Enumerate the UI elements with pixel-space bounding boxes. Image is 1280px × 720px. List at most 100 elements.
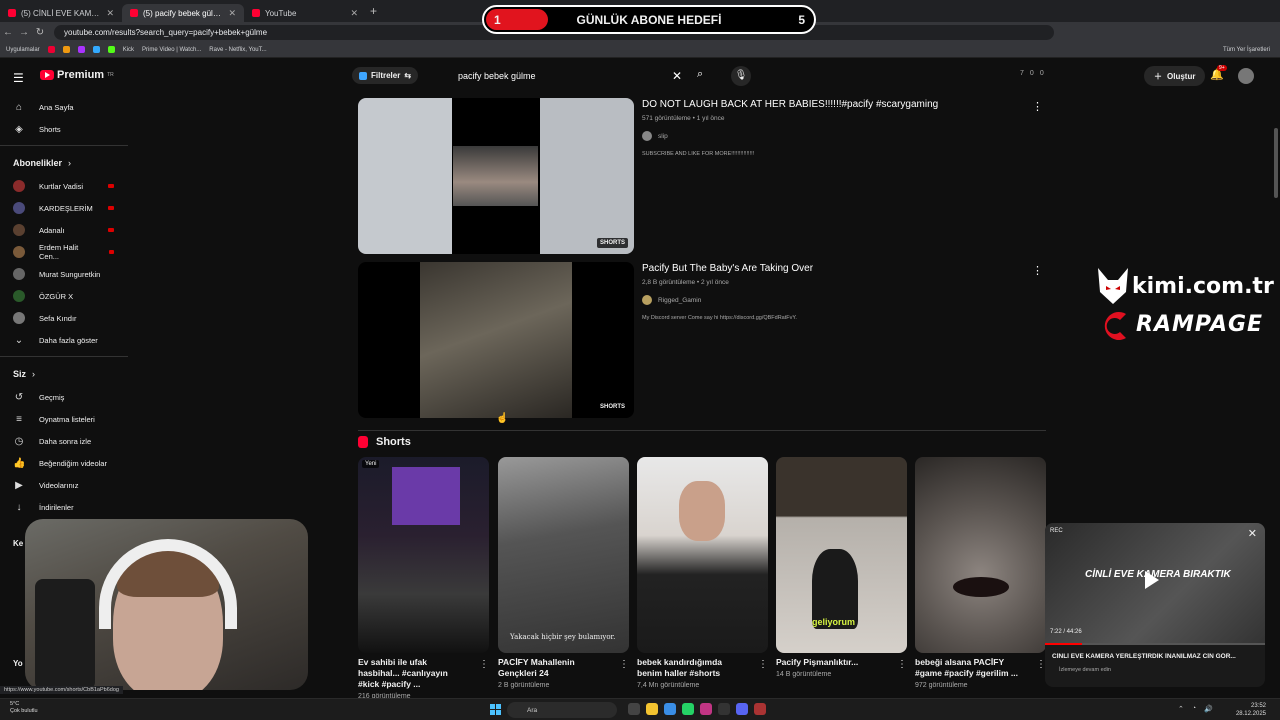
video-result[interactable]: SHORTS DO NOT LAUGH BACK AT HER BABIES!!…	[358, 98, 1048, 254]
short-thumbnail[interactable]: geliyorum	[776, 457, 907, 653]
page-scrollbar[interactable]	[1274, 128, 1278, 198]
miniplayer-video[interactable]: REC CİNLİ EVE KAMERA BIRAKTIK 7:22 / 44:…	[1045, 523, 1265, 643]
short-card[interactable]: bebeği alsana PACİFY #game #pacify #geri…	[915, 457, 1046, 689]
task-view-icon[interactable]	[628, 703, 640, 715]
bookmark-kick[interactable]: Kick	[123, 47, 134, 53]
weather-widget[interactable]: 5°C Çok bulutlu	[10, 701, 38, 715]
video-result[interactable]: SHORTS Pacify But The Baby's Are Taking …	[358, 262, 1048, 418]
new-tab-button[interactable]: +	[370, 4, 377, 18]
short-title[interactable]: bebeği alsana PACİFY #game #pacify #geri…	[915, 657, 1027, 679]
file-explorer-icon[interactable]	[646, 703, 658, 715]
close-tab-icon[interactable]: ✕	[350, 8, 358, 19]
reload-icon[interactable]: ↻	[32, 27, 48, 38]
sidebar-sub-0[interactable]: Kurtlar Vadisi	[0, 175, 128, 197]
short-card[interactable]: Yakacak hiçbir şey bulamıyor. PACİFY Mah…	[498, 457, 629, 689]
bookmark-icon[interactable]	[47, 46, 55, 53]
bookmark-rave[interactable]: Rave - Netflix, YouT...	[209, 47, 266, 53]
short-thumbnail[interactable]	[637, 457, 768, 653]
video-thumbnail[interactable]: SHORTS	[358, 98, 634, 254]
instagram-icon[interactable]	[700, 703, 712, 715]
sidebar-item-home[interactable]: ⌂ Ana Sayfa	[0, 96, 128, 118]
short-title[interactable]: PACİFY Mahallenin Gençkleri 24	[498, 657, 610, 679]
windows-start-icon[interactable]	[490, 704, 501, 715]
short-title[interactable]: Pacify Pişmanlıktır...	[776, 657, 888, 668]
short-thumbnail[interactable]: Yeni	[358, 457, 489, 653]
more-options-icon[interactable]: ⋮	[479, 659, 489, 670]
bookmark-prime[interactable]: Prime Video | Watch...	[142, 47, 201, 53]
close-tab-icon[interactable]: ✕	[106, 8, 114, 19]
sidebar-item-history[interactable]: ↺ Geçmiş	[0, 386, 128, 408]
sidebar-item-downloads[interactable]: ↓ İndirilenler	[0, 496, 128, 518]
close-tab-icon[interactable]: ✕	[228, 8, 236, 19]
sidebar-item-shorts[interactable]: ◈ Shorts	[0, 118, 128, 140]
sidebar-sub-3[interactable]: Erdem Halit Cen...	[0, 241, 128, 263]
microphone-icon[interactable]: 🎙	[731, 66, 751, 86]
short-card[interactable]: geliyorum Pacify Pişmanlıktır... 14 B gö…	[776, 457, 907, 678]
rec-label: REC	[1050, 528, 1063, 534]
network-icon[interactable]: ◔	[1192, 705, 1196, 713]
short-card[interactable]: bebek kandırdığımda benim haller #shorts…	[637, 457, 768, 689]
taskbar-search[interactable]: Ara	[507, 702, 617, 718]
browser-tab-0[interactable]: (5) CİNLİ EVE KAMERA YERLEŞTİ... ✕	[0, 4, 122, 22]
play-icon[interactable]	[1145, 571, 1159, 589]
youtube-logo[interactable]: Premium TR	[40, 69, 114, 81]
more-options-icon[interactable]: ⋮	[1032, 264, 1043, 277]
search-input[interactable]	[458, 71, 658, 81]
bookmark-icon[interactable]	[77, 46, 85, 53]
chrome-icon[interactable]	[664, 703, 676, 715]
sidebar-sub-4[interactable]: Murat Sunguretkin	[0, 263, 128, 285]
sidebar-item-your-videos[interactable]: ▶ Videolarınız	[0, 474, 128, 496]
video-thumbnail[interactable]: SHORTS	[358, 262, 634, 418]
app-icon[interactable]	[718, 703, 730, 715]
back-icon[interactable]: ←	[0, 27, 16, 38]
channel-row[interactable]: slip	[642, 131, 1022, 141]
avatar[interactable]	[1238, 68, 1254, 84]
short-title[interactable]: Ev sahibi ile ufak hasbihal... #canlıyay…	[358, 657, 470, 690]
sidebar-item-playlists[interactable]: ≡ Oynatma listeleri	[0, 408, 128, 430]
short-thumbnail[interactable]: Yakacak hiçbir şey bulamıyor.	[498, 457, 629, 653]
forward-icon[interactable]: →	[16, 27, 32, 38]
search-icon[interactable]: ⌕	[697, 68, 703, 81]
bookmark-icon[interactable]	[92, 46, 100, 53]
chevron-up-icon[interactable]: ⌃	[1178, 705, 1184, 713]
subscriptions-heading[interactable]: Abonelikler ›	[0, 151, 128, 175]
more-options-icon[interactable]: ⋮	[758, 659, 768, 670]
miniplayer-title[interactable]: CİNLİ EVE KAMERA YERLEŞTİRDİK İNANILMAZ …	[1052, 653, 1262, 660]
sidebar-sub-6[interactable]: Sefa Kındır	[0, 307, 128, 329]
sidebar-item-liked[interactable]: 👍 Beğendiğim videolar	[0, 452, 128, 474]
more-options-icon[interactable]: ⋮	[897, 659, 907, 670]
bookmark-apps[interactable]: Uygulamalar	[6, 47, 40, 53]
short-title[interactable]: bebek kandırdığımda benim haller #shorts	[637, 657, 749, 679]
more-options-icon[interactable]: ⋮	[619, 659, 629, 670]
menu-icon[interactable]: ☰	[13, 71, 24, 85]
show-more-button[interactable]: ⌄ Daha fazla göster	[0, 329, 128, 351]
notifications-button[interactable]: 🔔 9+	[1210, 65, 1227, 81]
taskbar-clock[interactable]: 23:52 28.12.2025	[1236, 702, 1266, 718]
close-icon[interactable]: ✕	[1248, 527, 1257, 540]
all-bookmarks[interactable]: Tüm Yer İşaretleri	[1223, 47, 1270, 53]
app-icon[interactable]	[754, 703, 766, 715]
sponsor-line-1: kimi.com.tr	[1132, 274, 1274, 299]
discord-icon[interactable]	[736, 703, 748, 715]
volume-icon[interactable]: 🔊	[1204, 705, 1213, 713]
video-title[interactable]: DO NOT LAUGH BACK AT HER BABIES!!!!!!#pa…	[642, 98, 1022, 112]
create-button[interactable]: ＋ Oluştur	[1144, 66, 1206, 86]
sidebar-item-watch-later[interactable]: ◷ Daha sonra izle	[0, 430, 128, 452]
channel-row[interactable]: Rigged_Gamin	[642, 295, 1022, 305]
more-options-icon[interactable]: ⋮	[1032, 100, 1043, 113]
browser-tab-2[interactable]: YouTube ✕	[244, 4, 366, 22]
bookmark-icon[interactable]	[62, 46, 70, 53]
short-card[interactable]: Yeni Ev sahibi ile ufak hasbihal... #can…	[358, 457, 489, 700]
clear-search-icon[interactable]: ✕	[672, 69, 682, 83]
miniplayer-progress[interactable]	[1045, 643, 1265, 645]
sidebar-sub-5[interactable]: ÖZGÜR X	[0, 285, 128, 307]
sidebar-sub-2[interactable]: Adanalı	[0, 219, 128, 241]
short-thumbnail[interactable]	[915, 457, 1046, 653]
you-heading[interactable]: Siz ›	[0, 362, 128, 386]
whatsapp-icon[interactable]	[682, 703, 694, 715]
miniplayer[interactable]: REC CİNLİ EVE KAMERA BIRAKTIK 7:22 / 44:…	[1045, 523, 1265, 687]
browser-tab-1[interactable]: (5) pacify bebek gülme - YouTube ✕	[122, 4, 244, 22]
sidebar-sub-1[interactable]: KARDEŞLERİM	[0, 197, 128, 219]
video-title[interactable]: Pacify But The Baby's Are Taking Over	[642, 262, 1022, 276]
filters-button[interactable]: Filtreler ⇆	[352, 67, 419, 84]
